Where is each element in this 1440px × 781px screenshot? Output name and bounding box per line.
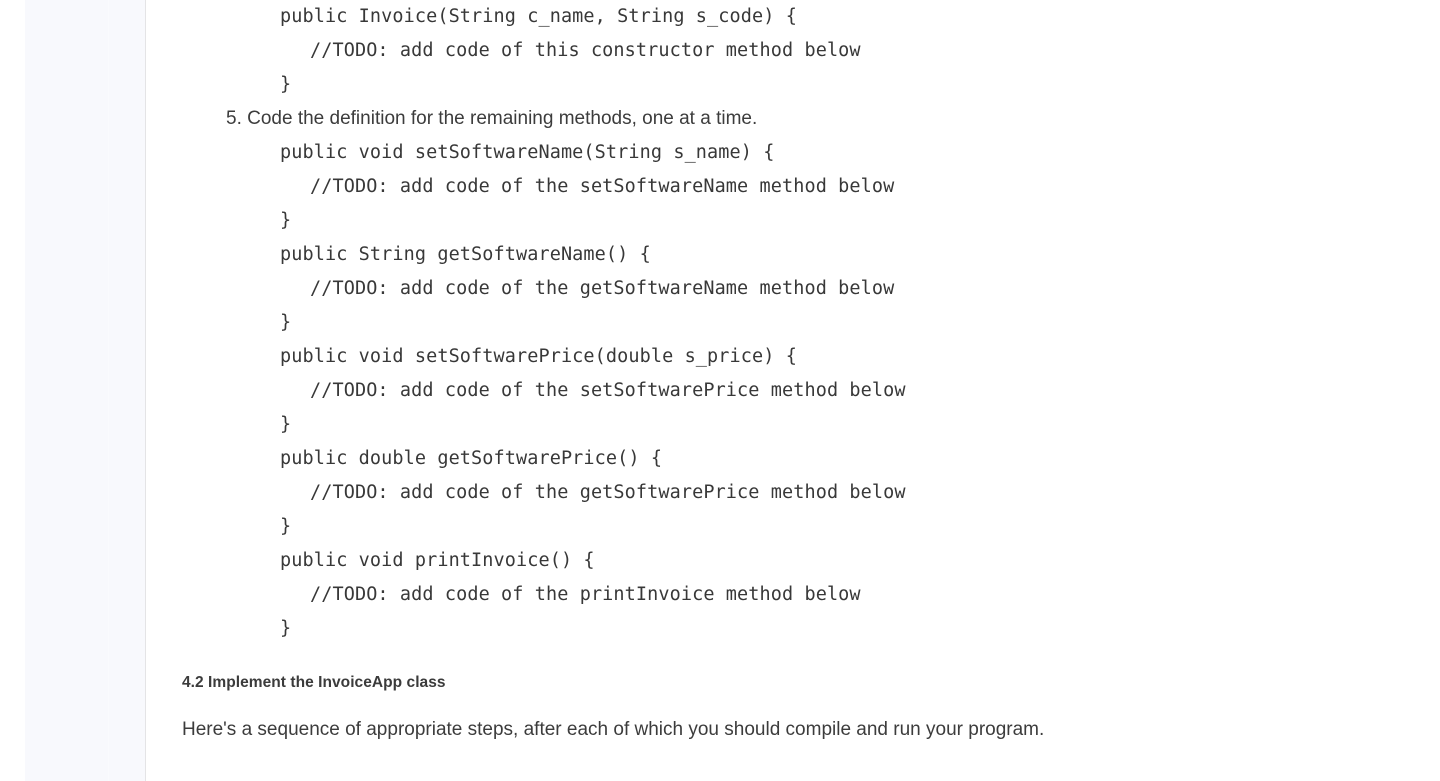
code-line: public Invoice(String c_name, String s_c… [280, 6, 797, 27]
code-line: } [280, 618, 292, 639]
code-line: public double getSoftwarePrice() { [280, 448, 663, 469]
code-line: //TODO: add code of the printInvoice met… [310, 584, 861, 605]
sidebar-panel [25, 0, 145, 781]
code-block-constructor: public Invoice(String c_name, String s_c… [182, 0, 1422, 102]
document-page: public Invoice(String c_name, String s_c… [0, 0, 1440, 781]
list-item-number: 5. [226, 108, 248, 129]
code-line: //TODO: add code of this constructor met… [310, 40, 861, 61]
sidebar-item-list[interactable] [25, 0, 145, 781]
code-line: public void setSoftwareName(String s_nam… [280, 142, 775, 163]
code-line: public void setSoftwarePrice(double s_pr… [280, 346, 797, 367]
code-line: } [280, 414, 292, 435]
code-line: } [280, 74, 292, 95]
sidebar-nav-rail [0, 0, 146, 781]
code-line: //TODO: add code of the setSoftwarePrice… [310, 380, 906, 401]
code-line: //TODO: add code of the getSoftwareName … [310, 278, 895, 299]
intro-paragraph: Here's a sequence of appropriate steps, … [182, 719, 1045, 740]
document-body: public Invoice(String c_name, String s_c… [182, 0, 1422, 748]
section-heading-4-2: 4.2 Implement the InvoiceApp class [182, 674, 446, 691]
code-line: //TODO: add code of the getSoftwarePrice… [310, 482, 906, 503]
main-content-area: public Invoice(String c_name, String s_c… [146, 0, 1440, 781]
code-line: public String getSoftwareName() { [280, 244, 651, 265]
code-line: } [280, 312, 292, 333]
code-line: } [280, 210, 292, 231]
list-item-label: Code the definition for the remaining me… [247, 108, 758, 129]
code-line: //TODO: add code of the setSoftwareName … [310, 176, 895, 197]
code-line: public void printInvoice() { [280, 550, 595, 571]
code-block-methods: public void setSoftwareName(String s_nam… [182, 136, 1422, 646]
code-line: } [280, 516, 292, 537]
list-item-step-5: 5. Code the definition for the remaining… [182, 102, 1422, 136]
